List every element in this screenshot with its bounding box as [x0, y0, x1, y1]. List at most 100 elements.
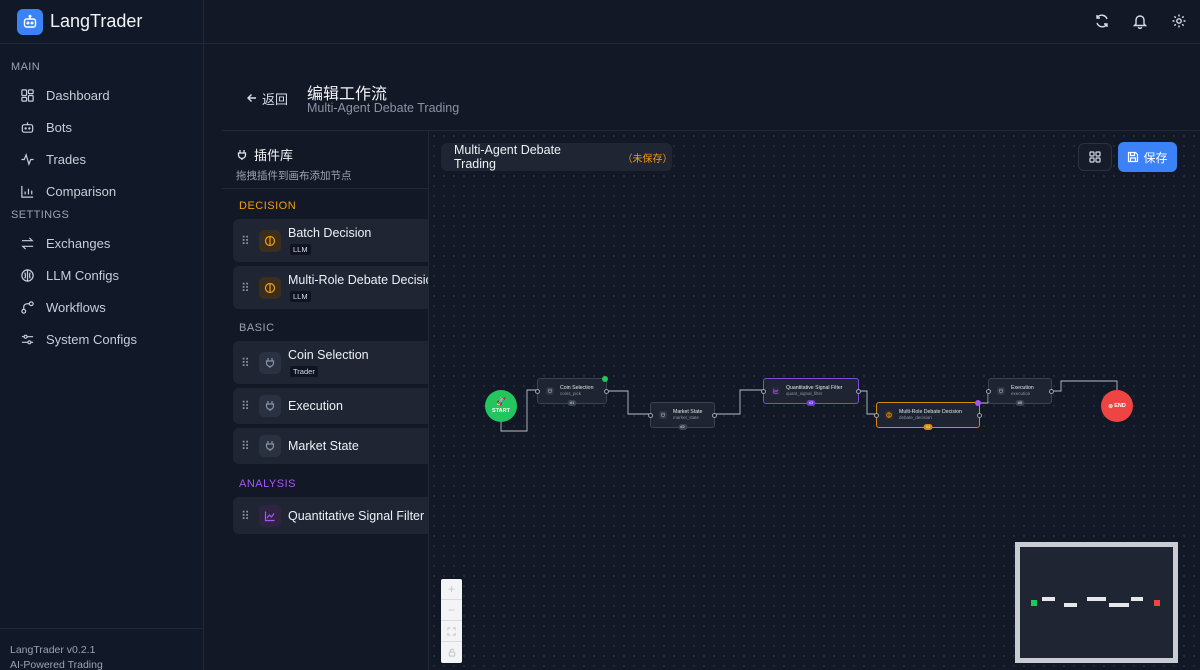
sidebar-item-label: Exchanges — [46, 235, 111, 251]
minimap[interactable] — [1015, 542, 1178, 663]
auto-layout-button[interactable] — [1078, 143, 1112, 171]
save-label: 保存 — [1143, 150, 1168, 165]
flow-node-coin-selection[interactable]: Coin Selection coins_pick #1 — [535, 376, 609, 406]
page-subtitle: Multi-Agent Debate Trading — [307, 101, 460, 115]
node-order-badge: #2 — [678, 424, 687, 430]
brain-icon — [21, 268, 34, 282]
plugin-quantitative-signal-filter[interactable]: ⠿ Quantitative Signal Filter — [233, 497, 428, 534]
section-label-settings: SETTINGS — [11, 209, 70, 221]
plugin-name: Coin Selection — [288, 348, 369, 362]
input-handle[interactable] — [535, 389, 540, 394]
sidebar-item-bots[interactable]: Bots — [0, 111, 204, 143]
grid-icon — [1089, 151, 1101, 163]
plug-icon — [659, 411, 667, 419]
bot-icon — [21, 121, 34, 133]
drag-handle-icon[interactable]: ⠿ — [241, 281, 255, 295]
brand[interactable]: LangTrader — [0, 0, 203, 44]
plugin-market-state[interactable]: ⠿ Market State — [233, 428, 428, 464]
plugin-execution[interactable]: ⠿ Execution — [233, 388, 428, 424]
output-handle[interactable] — [712, 413, 717, 418]
input-handle[interactable] — [874, 413, 879, 418]
node-sub: coins_pick — [560, 391, 582, 396]
drag-handle-icon[interactable]: ⠿ — [241, 399, 255, 413]
sidebar-item-comparison[interactable]: Comparison — [0, 175, 204, 207]
zoom-in-icon[interactable]: + — [441, 579, 462, 600]
plugin-name: Quantitative Signal Filter — [288, 508, 425, 523]
sidebar-item-llm-configs[interactable]: LLM Configs — [0, 259, 204, 291]
bell-icon[interactable] — [1130, 11, 1150, 31]
gear-icon[interactable] — [1169, 11, 1189, 31]
plugin-coin-selection[interactable]: ⠿ Coin Selection Trader — [233, 341, 428, 384]
start-node[interactable]: 🚀 START — [485, 390, 517, 422]
sidebar-item-label: Dashboard — [46, 87, 110, 103]
sidebar-item-system-configs[interactable]: System Configs — [0, 323, 204, 355]
plug-icon — [237, 149, 247, 160]
fit-view-icon[interactable] — [441, 621, 462, 642]
refresh-icon[interactable] — [1092, 11, 1112, 31]
lock-icon[interactable] — [441, 642, 462, 663]
bar-chart-icon — [21, 185, 34, 198]
drag-handle-icon[interactable]: ⠿ — [241, 439, 255, 453]
app-name: LangTrader — [50, 11, 143, 31]
back-label: 返回 — [262, 91, 289, 107]
drag-handle-icon[interactable]: ⠿ — [241, 509, 255, 523]
input-handle[interactable] — [761, 389, 766, 394]
stop-icon: ⊗ — [1108, 403, 1114, 410]
output-handle[interactable] — [977, 413, 982, 418]
sidebar-item-trades[interactable]: Trades — [0, 143, 204, 175]
sidebar-item-label: Bots — [46, 119, 73, 135]
plugin-name: Batch Decision — [288, 226, 372, 240]
sidebar-item-label: Trades — [46, 151, 86, 167]
node-order-badge: #1 — [567, 400, 577, 406]
plug-icon — [259, 351, 281, 374]
sidebar-footer: LangTrader v0.2.1 AI-Powered Trading — [0, 628, 204, 670]
zoom-out-icon[interactable]: − — [441, 600, 462, 621]
node-order-badge: #3 — [806, 400, 816, 406]
rocket-icon: 🚀 — [496, 397, 506, 406]
line-chart-icon — [772, 387, 780, 395]
workflow-name: Multi-Agent Debate Trading — [454, 143, 562, 171]
robot-logo-icon — [17, 8, 43, 35]
config-status-icon — [975, 400, 981, 406]
output-handle[interactable] — [1049, 389, 1054, 394]
plugin-multi-role-debate-decision[interactable]: ⠿ Multi-Role Debate Decision LLM — [233, 266, 428, 309]
ready-status-icon — [602, 376, 608, 382]
sidebar-item-exchanges[interactable]: Exchanges — [0, 227, 204, 259]
end-node[interactable]: ⊗ END — [1101, 390, 1133, 422]
plugin-batch-decision[interactable]: ⠿ Batch Decision LLM — [233, 219, 428, 262]
plug-icon — [259, 395, 281, 417]
app-version: LangTrader v0.2.1 — [10, 644, 96, 656]
drag-handle-icon[interactable]: ⠿ — [241, 234, 255, 248]
output-handle[interactable] — [856, 389, 861, 394]
flow-node-quantitative-signal-filter[interactable]: Quantitative Signal Filter quant_signal_f… — [761, 378, 861, 406]
plugin-library-header: 插件库 拖拽插件到画布添加节点 — [222, 131, 428, 189]
sidebar-item-dashboard[interactable]: Dashboard — [0, 79, 204, 111]
drag-handle-icon[interactable]: ⠿ — [241, 356, 255, 370]
arrow-left-icon — [247, 94, 256, 102]
node-order-badge: #5 — [1015, 400, 1025, 406]
unsaved-status: （未保存） — [622, 153, 673, 165]
sidebar-item-workflows[interactable]: Workflows — [0, 291, 204, 323]
input-handle[interactable] — [986, 389, 991, 394]
node-sub: market_state — [673, 415, 700, 420]
line-chart-icon — [259, 504, 281, 527]
plugin-library-panel: 插件库 拖拽插件到画布添加节点 DECISION ⠿ Batch Decisio… — [222, 130, 429, 670]
end-label: END — [1114, 403, 1126, 409]
section-label-main: MAIN — [11, 61, 41, 73]
topbar — [204, 0, 1200, 44]
input-handle[interactable] — [648, 413, 653, 418]
node-sub: quant_signal_filter — [786, 391, 823, 396]
flow-node-execution[interactable]: Execution execution #5 — [986, 378, 1054, 406]
plug-icon — [997, 387, 1005, 395]
activity-icon — [21, 152, 34, 166]
flow-node-multi-role-debate-decision[interactable]: Multi-Role Debate Decision debate_decisio… — [874, 400, 982, 430]
output-handle[interactable] — [604, 389, 609, 394]
start-label: START — [492, 408, 510, 414]
save-icon — [1128, 151, 1139, 163]
save-button[interactable]: 保存 — [1118, 142, 1177, 172]
sidebar: LangTrader MAIN Dashboard Bots Trades Co… — [0, 0, 204, 670]
back-button[interactable]: 返回 — [246, 89, 288, 107]
flow-node-market-state[interactable]: Market State market_state #2 — [648, 402, 717, 430]
plugin-library-hint: 拖拽插件到画布添加节点 — [236, 170, 352, 182]
workflow-icon — [21, 300, 34, 314]
